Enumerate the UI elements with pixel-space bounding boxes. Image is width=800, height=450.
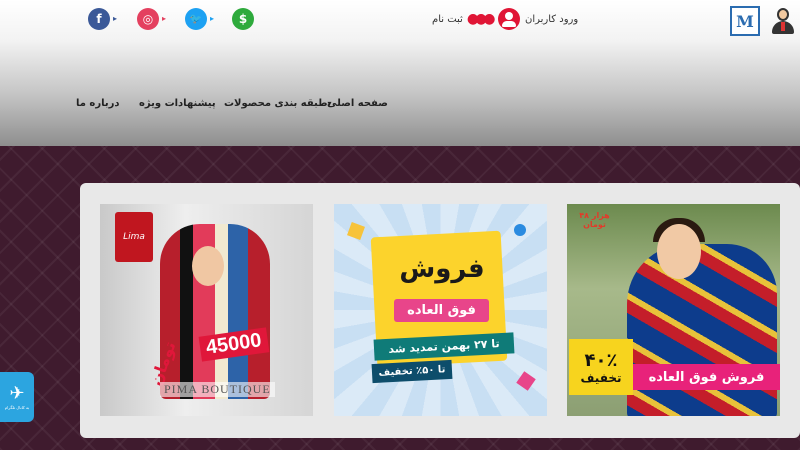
model-face — [657, 224, 701, 279]
avatar-tie — [781, 22, 785, 31]
banner-right[interactable]: ۴۸ هزار تومان ۴۰٪ تخفیف فروش فوق العاده — [567, 204, 780, 416]
twitter-icon[interactable]: 🐦 ▸ — [185, 8, 214, 30]
discount-label: تا ۵۰٪ تخفیف — [371, 359, 453, 384]
nav-categories[interactable]: طبقه بندی محصولات▾ — [224, 98, 332, 109]
login-link[interactable]: ورود کاربران — [498, 8, 578, 30]
telegram-label: به کانال تلگرام — [4, 404, 30, 410]
site-logo[interactable]: M — [730, 6, 760, 36]
discount-percent: ۴۰٪ — [584, 349, 618, 371]
banner-left[interactable]: Lima 45000 تومان PIMA BOUTIQUE — [100, 204, 313, 416]
instagram-icon[interactable]: ◎ ▸ — [137, 8, 166, 30]
login-label: ورود کاربران — [525, 13, 579, 25]
scarf-image — [627, 244, 777, 416]
facebook-glyph: f — [96, 12, 102, 26]
sale-label: فروش فوق العاده — [633, 364, 780, 390]
decor-shape — [516, 371, 536, 391]
boutique-name: PIMA BOUTIQUE — [160, 382, 275, 397]
sale-title: فروش — [399, 254, 485, 284]
dollar-glyph: $ — [238, 12, 248, 26]
signup-link[interactable]: ثبت نام ●●● — [432, 11, 496, 27]
nav-special-offers[interactable]: پیشنهادات ویژه — [139, 98, 216, 109]
telegram-widget[interactable]: ✈ به کانال تلگرام — [0, 372, 34, 422]
twitter-glyph: 🐦 — [189, 13, 203, 25]
model-face — [192, 246, 224, 286]
avatar-icon[interactable] — [772, 8, 794, 34]
users-icon: ●●● — [466, 11, 496, 27]
decor-shape — [514, 224, 526, 236]
decor-shape — [347, 222, 365, 240]
user-icon — [498, 8, 520, 30]
dollar-icon[interactable]: $ — [232, 8, 254, 30]
nav-about[interactable]: درباره ما — [76, 98, 120, 109]
signup-label: ثبت نام — [432, 13, 463, 25]
caret-down-icon: ▾ — [327, 99, 332, 108]
nav-home[interactable]: صفحه اصلی — [327, 98, 388, 109]
nav-categories-label: طبقه بندی محصولات — [224, 98, 328, 109]
site-header: f ▸ ◎ ▸ 🐦 ▸ $ ثبت نام ●●● ورود کاربران M… — [0, 0, 800, 146]
arrow-icon: ▸ — [209, 14, 214, 23]
price-badge: ۴۸ هزار تومان — [579, 211, 610, 229]
telegram-icon: ✈ — [9, 382, 25, 404]
avatar-head — [777, 8, 789, 21]
arrow-icon: ▸ — [161, 14, 166, 23]
instagram-glyph: ◎ — [142, 12, 154, 26]
arrow-icon: ▸ — [112, 14, 117, 23]
banner-panel: Lima 45000 تومان PIMA BOUTIQUE فروش فوق … — [80, 183, 800, 438]
brand-logo: Lima — [115, 212, 153, 262]
banner-middle[interactable]: فروش فوق العاده تا ۲۷ بهمن تمدید شد تا ۵… — [334, 204, 547, 416]
discount-box: ۴۰٪ تخفیف — [569, 339, 633, 395]
facebook-icon[interactable]: f ▸ — [88, 8, 117, 30]
logo-letters: M — [736, 11, 754, 31]
sale-subtitle: فوق العاده — [394, 299, 489, 322]
discount-word: تخفیف — [580, 370, 622, 385]
